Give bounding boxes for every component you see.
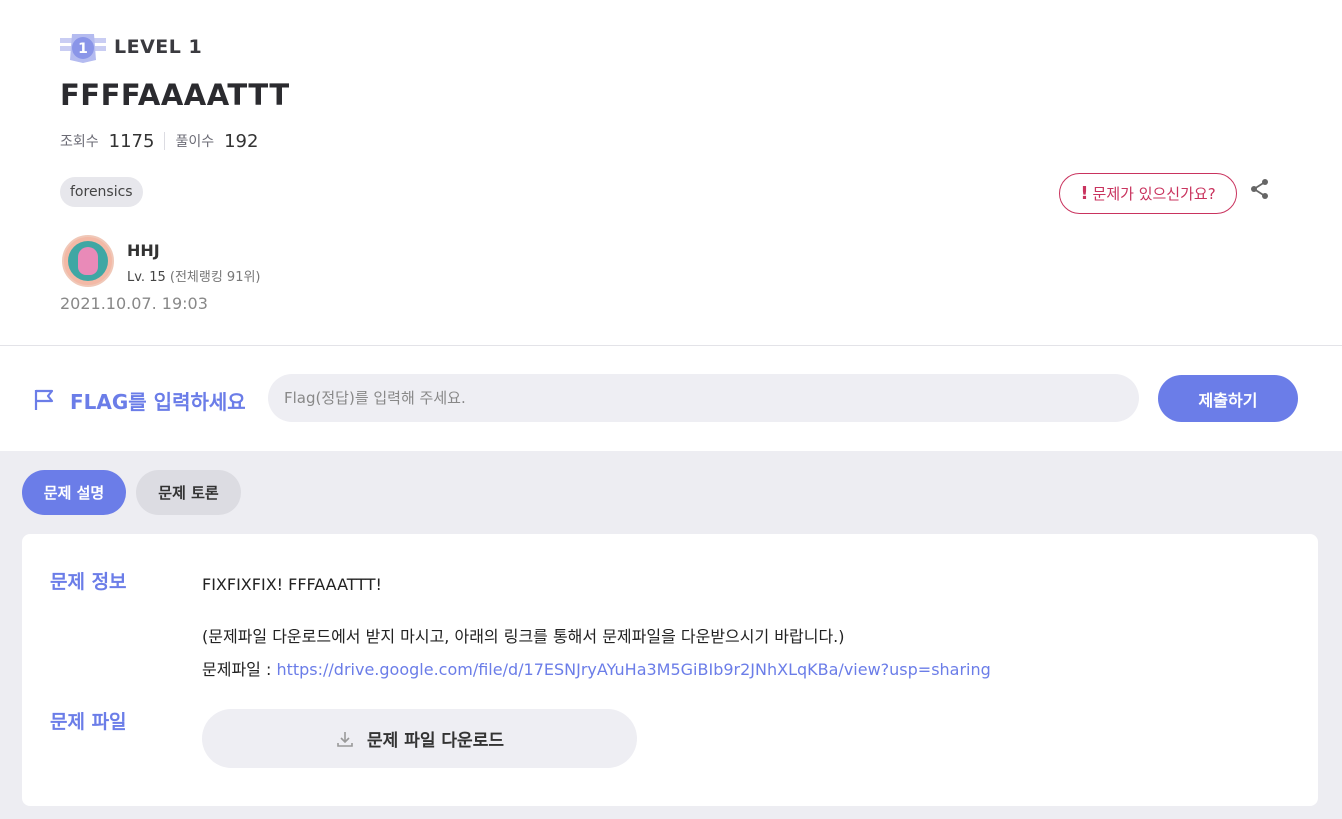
tab-discussion[interactable]: 문제 토론 xyxy=(136,470,241,515)
category-tag[interactable]: forensics xyxy=(60,177,143,207)
stats-divider xyxy=(164,132,166,150)
problem-description-line2: (문제파일 다운로드에서 받지 마시고, 아래의 링크를 통해서 문제파일을 다… xyxy=(202,627,845,646)
author-level-value: Lv. 15 xyxy=(127,270,166,285)
level-indicator: 1 LEVEL 1 xyxy=(60,30,202,64)
report-problem-button[interactable]: ! 문제가 있으신가요? xyxy=(1059,173,1237,214)
level-badge-icon: 1 xyxy=(60,30,106,64)
author-name[interactable]: HHJ xyxy=(127,241,261,260)
report-label: 문제가 있으신가요? xyxy=(1092,185,1216,203)
problem-file-line: 문제파일 : https://drive.google.com/file/d/1… xyxy=(202,656,991,680)
submit-button[interactable]: 제출하기 xyxy=(1158,375,1298,422)
views-count: 1175 xyxy=(108,130,155,152)
problem-file-label: 문제 파일 xyxy=(50,711,127,733)
posted-date: 2021.10.07. 19:03 xyxy=(60,294,208,313)
problem-stats: 조회수 1175 풀이수 192 xyxy=(60,130,258,152)
problem-title: FFFFAAAATTT xyxy=(60,78,290,112)
author-level: Lv. 15 (전체랭킹 91위) xyxy=(127,266,261,285)
flag-icon xyxy=(33,388,55,412)
drive-link[interactable]: https://drive.google.com/file/d/17ESNJry… xyxy=(276,660,990,679)
author-rank: (전체랭킹 91위) xyxy=(169,270,261,285)
problem-info-label: 문제 정보 xyxy=(50,571,127,593)
problem-file-prefix: 문제파일 : xyxy=(202,660,277,679)
svg-text:1: 1 xyxy=(78,41,88,57)
flag-input[interactable] xyxy=(268,374,1139,422)
solves-label: 풀이수 xyxy=(175,134,215,150)
flag-label: FLAG를 입력하세요 xyxy=(70,390,246,414)
problem-header: 1 LEVEL 1 FFFFAAAATTT 조회수 1175 풀이수 192 f… xyxy=(0,0,1342,346)
share-icon[interactable] xyxy=(1249,178,1271,200)
download-icon xyxy=(337,731,353,747)
tab-description[interactable]: 문제 설명 xyxy=(22,470,126,515)
author-avatar[interactable] xyxy=(62,235,114,287)
download-file-button[interactable]: 문제 파일 다운로드 xyxy=(202,709,637,768)
problem-description-line1: FIXFIXFIX! FFFAAATTT! xyxy=(202,575,382,594)
solves-count: 192 xyxy=(224,130,259,152)
level-label: LEVEL 1 xyxy=(114,36,203,58)
author-block: HHJ Lv. 15 (전체랭킹 91위) xyxy=(62,235,261,287)
download-label: 문제 파일 다운로드 xyxy=(367,731,504,751)
exclamation-icon: ! xyxy=(1080,183,1089,204)
views-label: 조회수 xyxy=(60,134,99,150)
